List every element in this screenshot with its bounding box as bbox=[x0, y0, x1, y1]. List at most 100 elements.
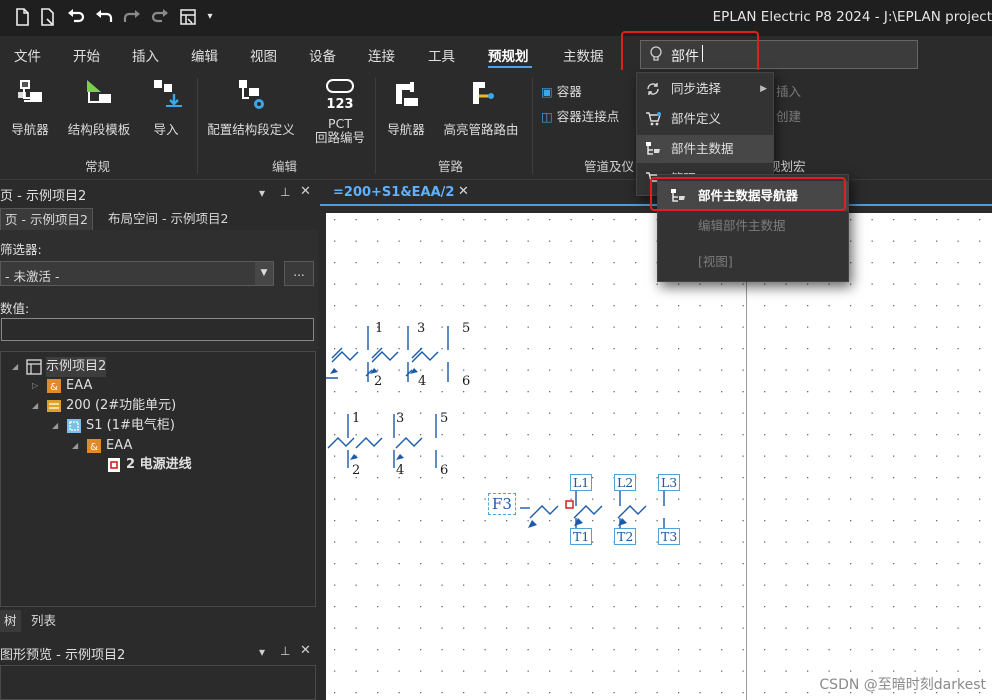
tree-node-label: S1 (1#电气柜) bbox=[86, 418, 175, 433]
tree-node-label: EAA bbox=[66, 378, 93, 393]
filter-label: 筛选器: bbox=[0, 242, 42, 257]
terminal-label: 2 bbox=[352, 463, 361, 478]
tab-tools[interactable]: 工具 bbox=[428, 45, 455, 65]
menu-item-part-definition[interactable]: 部件定义 bbox=[637, 105, 773, 133]
config-segment-button[interactable]: 配置结构段定义 bbox=[202, 76, 300, 138]
tab-tree[interactable]: 树 bbox=[0, 610, 21, 632]
line-tag: L3 bbox=[658, 474, 681, 491]
expanded-arrow-icon[interactable]: ◢ bbox=[72, 436, 78, 456]
container-button[interactable]: ▣ 容器 bbox=[541, 81, 582, 100]
navigator-highlight-box bbox=[650, 177, 846, 211]
config-segment-label: 配置结构段定义 bbox=[207, 122, 295, 137]
menu-item-edit-part-master[interactable]: 编辑部件主数据 bbox=[658, 211, 848, 241]
pipe-navigator-button[interactable]: 导航器 bbox=[380, 76, 432, 138]
panel-dropdown-icon[interactable]: ▾ bbox=[259, 186, 265, 200]
collapsed-arrow-icon[interactable]: ▷ bbox=[32, 376, 38, 396]
expanded-arrow-icon[interactable]: ◢ bbox=[32, 396, 38, 416]
pct-loop-icon: 123 bbox=[326, 79, 354, 112]
segment-template-icon bbox=[87, 80, 111, 103]
tree-node-label: 示例项目2 bbox=[46, 357, 107, 377]
container-connection-icon: ◫ bbox=[541, 109, 553, 124]
config-structure-icon bbox=[239, 80, 264, 109]
pipe-navigator-label: 导航器 bbox=[387, 122, 425, 137]
tab-pages[interactable]: 页 - 示例项目2 bbox=[0, 208, 93, 230]
pin-icon[interactable]: ⊥ bbox=[280, 185, 290, 199]
filter-select-value: - 未激活 - bbox=[5, 269, 60, 284]
terminal-label: 3 bbox=[417, 321, 426, 336]
switch-symbol-row-2 bbox=[327, 414, 437, 468]
device-tag-f3[interactable]: F3 bbox=[488, 493, 516, 515]
tab-file[interactable]: 文件 bbox=[14, 45, 41, 65]
menu-item-label: 部件定义 bbox=[671, 111, 722, 126]
import-icon bbox=[154, 80, 182, 107]
pct-loop-number-button[interactable]: 123 PCT 回路编号 bbox=[308, 76, 372, 145]
load-tag: T3 bbox=[658, 528, 681, 545]
close-icon[interactable]: ✕ bbox=[300, 184, 311, 199]
tab-view[interactable]: 视图 bbox=[250, 45, 277, 65]
tab-edit[interactable]: 编辑 bbox=[191, 45, 218, 65]
tree-node-label: 200 (2#功能单元) bbox=[66, 398, 177, 413]
value-input[interactable] bbox=[1, 318, 314, 341]
tab-layout-space[interactable]: 布局空间 - 示例项目2 bbox=[104, 208, 232, 230]
import-button[interactable]: 导入 bbox=[142, 76, 190, 138]
undo-alt-icon[interactable] bbox=[66, 7, 86, 27]
navigator-icon bbox=[18, 80, 42, 102]
undo-icon[interactable] bbox=[94, 7, 114, 27]
save-as-icon[interactable] bbox=[178, 7, 198, 27]
sync-icon bbox=[647, 83, 659, 95]
new-page-icon[interactable] bbox=[12, 7, 32, 27]
menu-item-view[interactable]: [视图] bbox=[658, 247, 848, 277]
tab-device[interactable]: 设备 bbox=[309, 45, 336, 65]
container-connection-point-button[interactable]: ◫ 容器连接点 bbox=[541, 106, 619, 125]
location-icon bbox=[67, 419, 81, 433]
line-tag: L1 bbox=[570, 474, 593, 491]
filter-more-button[interactable]: ... bbox=[284, 261, 314, 286]
pct-label-2: 回路编号 bbox=[314, 130, 365, 145]
tab-list[interactable]: 列表 bbox=[27, 610, 60, 632]
redo-icon[interactable] bbox=[122, 7, 142, 27]
chevron-down-icon[interactable]: ▼ bbox=[255, 262, 273, 285]
expanded-arrow-icon[interactable]: ◢ bbox=[52, 416, 58, 436]
redo-alt-icon[interactable] bbox=[150, 7, 170, 27]
watermark: CSDN @至暗时刻darkest bbox=[819, 677, 986, 693]
document-tab[interactable]: =200+S1&EAA/2 bbox=[333, 185, 454, 200]
terminal-label: 6 bbox=[462, 374, 471, 389]
close-icon[interactable]: ✕ bbox=[458, 184, 469, 199]
open-page-icon[interactable] bbox=[38, 7, 58, 27]
tab-master-data[interactable]: 主数据 bbox=[563, 45, 604, 65]
container-icon: ▣ bbox=[541, 84, 553, 99]
ribbon-separator bbox=[532, 78, 533, 174]
tab-preplanning[interactable]: 预规划 bbox=[488, 45, 529, 65]
create-button[interactable]: 创建 bbox=[776, 106, 801, 125]
container-connection-label: 容器连接点 bbox=[556, 109, 620, 124]
navigator-button[interactable]: 导航器 bbox=[4, 76, 56, 138]
highlight-pipe-route-button[interactable]: 高亮管路路由 bbox=[438, 76, 524, 138]
segment-template-button[interactable]: 结构段模板 bbox=[62, 76, 136, 138]
active-tab-indicator bbox=[488, 66, 532, 68]
tab-home[interactable]: 开始 bbox=[73, 45, 100, 65]
terminal-label: 6 bbox=[440, 463, 449, 478]
group-label-general: 常规 bbox=[85, 159, 111, 174]
installation-icon: & bbox=[87, 439, 101, 453]
import-label: 导入 bbox=[153, 122, 179, 137]
menu-item-sync-selection[interactable]: 同步选择 ▶ bbox=[637, 75, 773, 103]
title-bar: ▾ EPLAN Electric P8 2024 - J:\EPLAN proj… bbox=[0, 0, 992, 36]
tab-insert[interactable]: 插入 bbox=[132, 45, 159, 65]
tab-connection[interactable]: 连接 bbox=[368, 45, 395, 65]
tree-node-label: EAA bbox=[106, 438, 133, 453]
terminal-label: 1 bbox=[352, 411, 361, 426]
panel-dropdown-icon[interactable]: ▾ bbox=[259, 645, 265, 659]
filter-select[interactable]: - 未激活 - ▼ bbox=[0, 261, 274, 286]
ribbon-separator bbox=[197, 78, 198, 174]
insert-button[interactable]: 插入 bbox=[776, 81, 801, 100]
menu-item-part-master-data[interactable]: 部件主数据 bbox=[637, 135, 773, 163]
expanded-arrow-icon[interactable]: ◢ bbox=[12, 357, 18, 377]
qat-dropdown-icon[interactable]: ▾ bbox=[204, 7, 216, 27]
pct-label-1: PCT bbox=[328, 116, 352, 131]
installation-icon: & bbox=[47, 379, 61, 393]
terminal-label: 1 bbox=[375, 321, 384, 336]
close-icon[interactable]: ✕ bbox=[300, 643, 311, 658]
pin-icon[interactable]: ⊥ bbox=[280, 644, 290, 658]
segment-template-label: 结构段模板 bbox=[67, 122, 131, 137]
menu-item-label: 编辑部件主数据 bbox=[698, 218, 786, 233]
